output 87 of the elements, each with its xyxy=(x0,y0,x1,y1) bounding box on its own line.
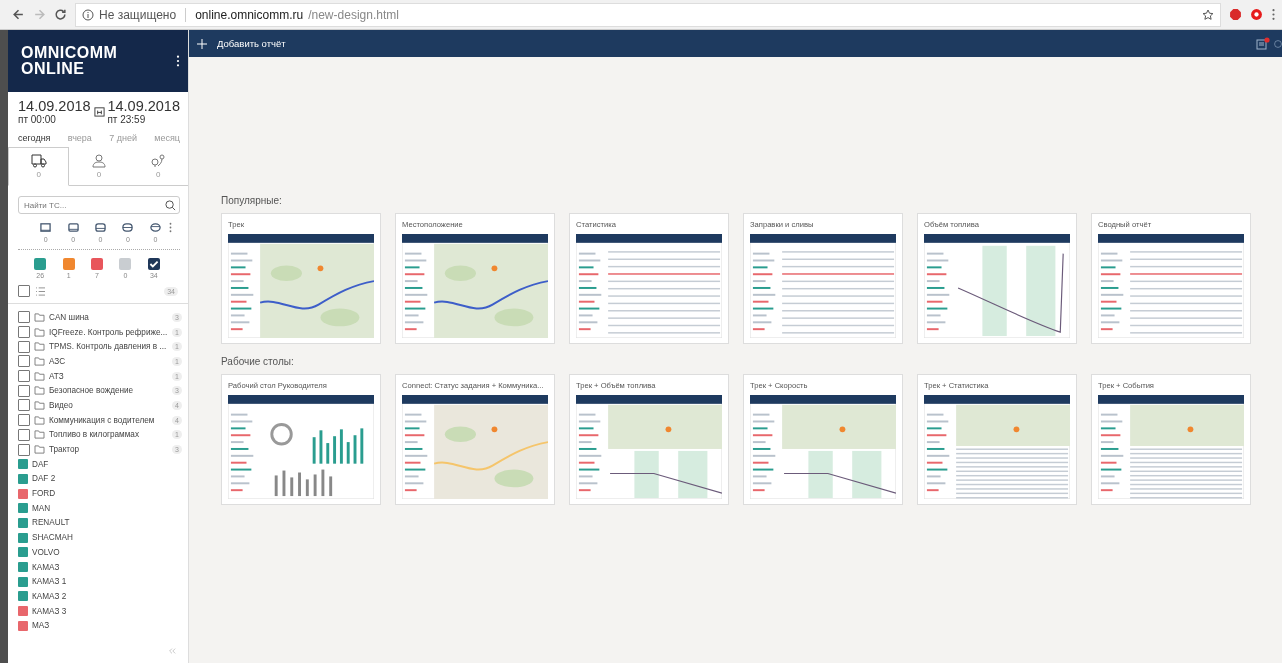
logo-text: OMNICOMM xyxy=(21,45,118,61)
add-report-button[interactable]: Добавить отчёт xyxy=(197,38,286,49)
truck-icon xyxy=(30,154,47,168)
group-checkbox[interactable] xyxy=(18,311,30,324)
more-icon[interactable] xyxy=(176,55,180,67)
status-checkbox[interactable] xyxy=(119,258,132,270)
tab-count: 0 xyxy=(96,169,102,179)
section-title: Рабочие столы: xyxy=(221,356,295,367)
group-checkbox[interactable] xyxy=(18,370,30,383)
search-field[interactable]: Найти ТС... xyxy=(18,196,180,214)
vehicle-filter-icon[interactable] xyxy=(66,222,80,233)
vehicle-name[interactable]: МАЗ xyxy=(32,621,182,631)
vehicle-filter-icon[interactable] xyxy=(39,222,53,233)
url-host: online.omnicomm.ru xyxy=(195,7,304,22)
folder-icon xyxy=(34,356,45,366)
group-checkbox[interactable] xyxy=(18,355,30,368)
vehicle-name[interactable]: VOLVO xyxy=(32,547,182,557)
folder-icon xyxy=(34,342,45,352)
folder-icon xyxy=(34,327,45,337)
group-checkbox[interactable] xyxy=(18,428,30,441)
vehicle-filter-icon[interactable] xyxy=(148,222,162,233)
group-checkbox[interactable] xyxy=(18,399,30,412)
select-all-checkbox[interactable] xyxy=(18,285,30,297)
status-checkbox[interactable] xyxy=(62,258,75,270)
notification-icon[interactable] xyxy=(1256,36,1270,51)
group-checkbox[interactable] xyxy=(18,384,30,397)
folder-icon xyxy=(34,312,45,322)
group-name[interactable]: TPMS. Контроль давления в ... xyxy=(49,342,169,352)
folder-icon xyxy=(34,371,45,381)
group-name[interactable]: Топливо в килограммах xyxy=(49,430,169,440)
vehicle-filter-icon[interactable] xyxy=(121,222,135,233)
folder-icon xyxy=(34,386,45,396)
folder-icon xyxy=(34,400,45,410)
group-name[interactable]: IQFreeze. Контроль рефриже... xyxy=(49,327,169,337)
group-name[interactable]: Безопасное вождение xyxy=(49,386,169,396)
group-name[interactable]: Коммуникация с водителем xyxy=(49,415,169,425)
vehicle-name[interactable]: DAF 2 xyxy=(32,474,182,484)
vehicle-name[interactable]: КАМАЗ 3 xyxy=(32,606,182,616)
address-bar[interactable]: Не защищено online.omnicomm.ru /new-design.html xyxy=(75,2,1221,27)
vehicle-filter-icon[interactable] xyxy=(94,222,107,233)
tab-count: 0 xyxy=(156,169,161,179)
group-checkbox[interactable] xyxy=(18,414,30,427)
folder-icon xyxy=(34,415,45,425)
date-value[interactable]: 14.09.2018 xyxy=(107,98,180,114)
group-name[interactable]: Видео xyxy=(49,400,169,410)
group-name[interactable]: CAN шина xyxy=(49,312,169,322)
date-value[interactable]: 14.09.2018 xyxy=(18,98,91,114)
group-name[interactable]: АЗС xyxy=(49,356,169,366)
logo-text: ONLINE xyxy=(21,61,86,77)
calendar-icon[interactable] xyxy=(93,106,105,117)
reload-icon[interactable] xyxy=(54,8,67,21)
stop-sign-icon[interactable] xyxy=(1229,8,1242,21)
route-pins-icon xyxy=(150,153,167,168)
section-title: Популярные: xyxy=(221,195,283,206)
group-checkbox[interactable] xyxy=(18,443,30,456)
search-icon[interactable] xyxy=(165,199,176,211)
vehicle-name[interactable]: RENAULT xyxy=(32,518,182,528)
folder-icon xyxy=(34,445,45,455)
vehicle-name[interactable]: КАМАЗ xyxy=(32,562,182,572)
group-name[interactable]: АТЗ xyxy=(49,371,169,381)
status-checkbox[interactable] xyxy=(91,258,103,270)
time-value: пт 23:59 xyxy=(107,114,147,125)
back-icon[interactable] xyxy=(12,8,25,21)
vehicle-name[interactable]: КАМАЗ 1 xyxy=(32,577,182,587)
group-name[interactable]: Трактор xyxy=(49,445,169,455)
person-icon xyxy=(91,153,107,168)
vehicle-name[interactable]: DAF xyxy=(32,459,182,469)
plus-icon xyxy=(197,38,207,49)
info-icon xyxy=(82,8,94,21)
group-checkbox[interactable] xyxy=(18,326,30,339)
status-checkbox[interactable] xyxy=(34,258,47,270)
url-path: /new-design.html xyxy=(308,7,399,22)
vehicle-name[interactable]: MAN xyxy=(32,503,182,513)
security-label: Не защищено xyxy=(99,7,177,22)
list-icon xyxy=(35,286,46,296)
menu-icon[interactable] xyxy=(1271,8,1276,21)
tab-count: 0 xyxy=(36,170,41,179)
time-value: пт 00:00 xyxy=(18,114,57,125)
extension-icon[interactable] xyxy=(1250,8,1263,21)
status-checkbox[interactable] xyxy=(147,258,160,270)
vehicle-name[interactable]: SHACMAH xyxy=(32,533,182,543)
range-link[interactable]: сегодня xyxy=(18,133,51,143)
vehicle-name[interactable]: FORD xyxy=(32,489,182,499)
star-icon[interactable] xyxy=(1202,8,1214,21)
folder-icon xyxy=(34,430,45,440)
vehicle-name[interactable]: КАМАЗ 2 xyxy=(32,591,182,601)
group-checkbox[interactable] xyxy=(18,340,30,353)
